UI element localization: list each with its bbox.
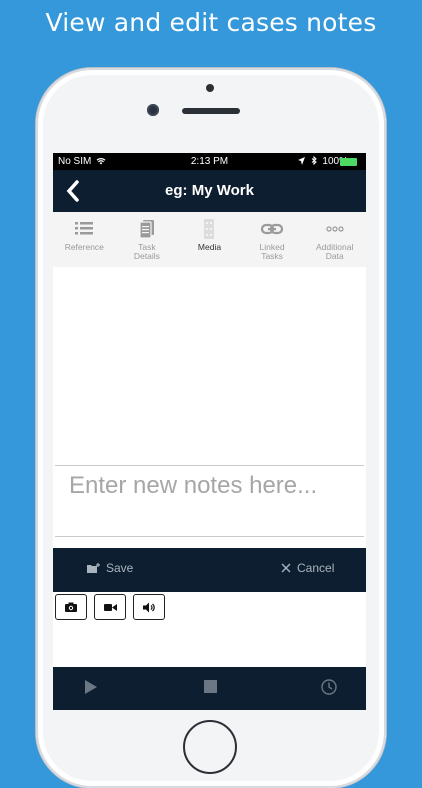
- action-bar: Save Cancel: [53, 548, 366, 592]
- sensor-dot: [206, 84, 214, 92]
- ellipsis-icon: [326, 226, 344, 232]
- link-icon: [261, 223, 284, 235]
- location-icon: [297, 157, 305, 165]
- close-icon: [281, 563, 291, 573]
- earpiece: [182, 108, 240, 114]
- audio-button[interactable]: [133, 594, 165, 620]
- player-bar: [53, 667, 366, 710]
- cancel-label: Cancel: [297, 561, 335, 575]
- media-tools: [53, 592, 366, 667]
- save-label: Save: [106, 561, 134, 575]
- camera-button[interactable]: [55, 594, 87, 620]
- stop-icon[interactable]: [204, 680, 217, 693]
- promo-headline: View and edit cases notes: [45, 8, 377, 37]
- document-icon: [139, 220, 154, 239]
- tab-additional-data[interactable]: Additional Data: [303, 212, 366, 267]
- save-button[interactable]: Save: [87, 561, 133, 575]
- bluetooth-icon: [311, 155, 317, 166]
- tab-task-details[interactable]: Task Details: [116, 212, 179, 267]
- speaker-icon: [142, 602, 155, 612]
- app-screen: No SIM 2:13 PM 100% eg: My Work Referenc…: [53, 153, 366, 710]
- navigation-bar: eg: My Work: [53, 170, 366, 212]
- save-icon: [87, 562, 100, 573]
- tab-reference[interactable]: Reference: [53, 212, 116, 267]
- tab-label: Reference: [64, 242, 104, 252]
- tab-media[interactable]: Media: [178, 212, 241, 267]
- video-button[interactable]: [94, 594, 126, 620]
- tab-linked-tasks[interactable]: Linked Tasks: [241, 212, 304, 267]
- home-button[interactable]: [183, 720, 237, 774]
- tab-label: Linked Tasks: [259, 242, 285, 261]
- film-icon: [204, 219, 215, 239]
- page-title: eg: My Work: [165, 182, 254, 199]
- media-content-area: [53, 267, 366, 465]
- front-camera: [147, 104, 159, 116]
- camera-icon: [65, 602, 77, 612]
- video-camera-icon: [103, 603, 117, 611]
- tab-label: Task Details: [133, 242, 160, 261]
- play-icon[interactable]: [85, 680, 97, 694]
- tab-label: Media: [197, 242, 222, 252]
- tab-label: Additional Data: [316, 242, 354, 261]
- list-icon: [75, 222, 94, 235]
- tab-bar: Reference Task Details Media Linked Task…: [53, 212, 366, 267]
- clock-icon[interactable]: [321, 679, 337, 695]
- status-bar: No SIM 2:13 PM 100%: [53, 153, 366, 170]
- battery-icon: [340, 158, 357, 166]
- notes-input[interactable]: [55, 465, 364, 537]
- cancel-button[interactable]: Cancel: [281, 561, 334, 575]
